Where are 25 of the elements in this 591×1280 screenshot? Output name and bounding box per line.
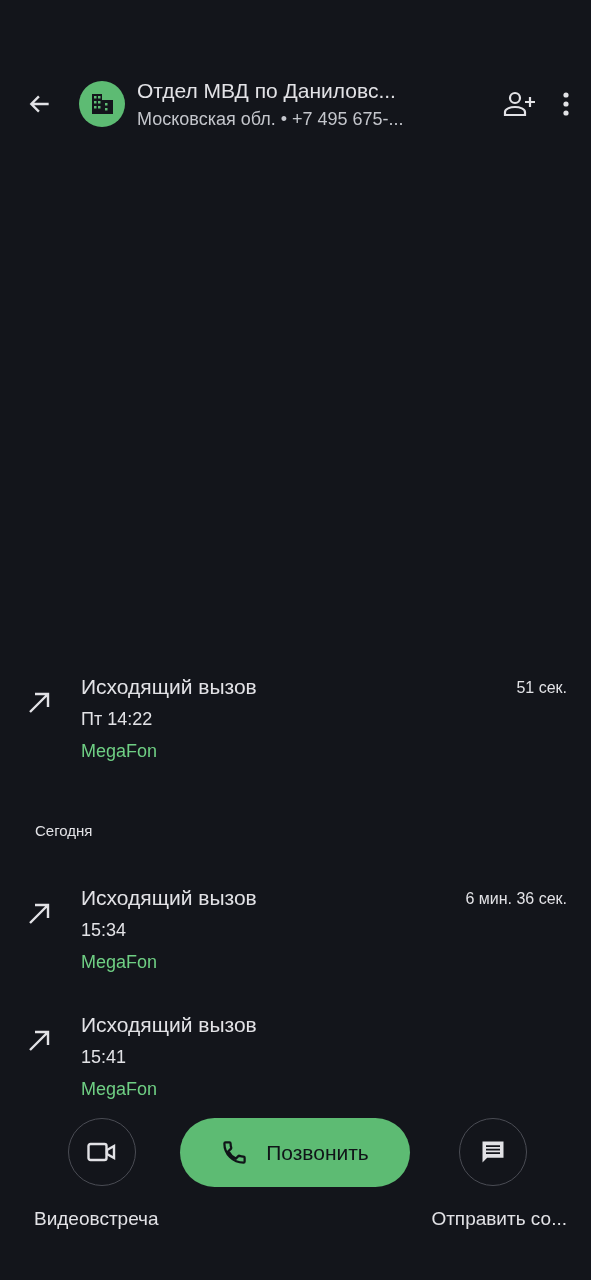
contact-details: Московская обл. • +7 495 675-...	[137, 108, 405, 130]
outgoing-call-icon	[27, 1029, 51, 1053]
outgoing-call-icon	[27, 902, 51, 926]
video-call-label: Видеовстреча	[34, 1208, 159, 1230]
call-button[interactable]: Позвонить	[179, 1118, 410, 1187]
carrier-name: MegaFon	[81, 1079, 159, 1100]
add-contact-icon[interactable]	[503, 91, 537, 117]
video-camera-icon	[87, 1142, 117, 1162]
carrier-name: MegaFon	[81, 952, 159, 973]
phone-icon	[221, 1139, 249, 1166]
call-time: 15:34	[81, 920, 128, 942]
call-duration: 6 мин. 36 сек.	[465, 889, 567, 909]
call-type: Исходящий вызов	[81, 1013, 258, 1038]
call-duration: 51 сек.	[516, 678, 567, 698]
call-time: Пт 14:22	[81, 709, 154, 731]
contact-name: Отдел МВД по Даниловс...	[137, 78, 397, 103]
call-time: 15:41	[81, 1047, 128, 1069]
call-type: Исходящий вызов	[81, 886, 258, 911]
message-label: Отправить со...	[431, 1208, 567, 1230]
call-type: Исходящий вызов	[81, 675, 258, 700]
carrier-name: MegaFon	[81, 741, 159, 762]
date-header: Сегодня	[34, 822, 94, 841]
outgoing-call-icon	[27, 691, 51, 715]
building-avatar-icon	[79, 81, 125, 127]
more-icon[interactable]	[563, 92, 569, 116]
